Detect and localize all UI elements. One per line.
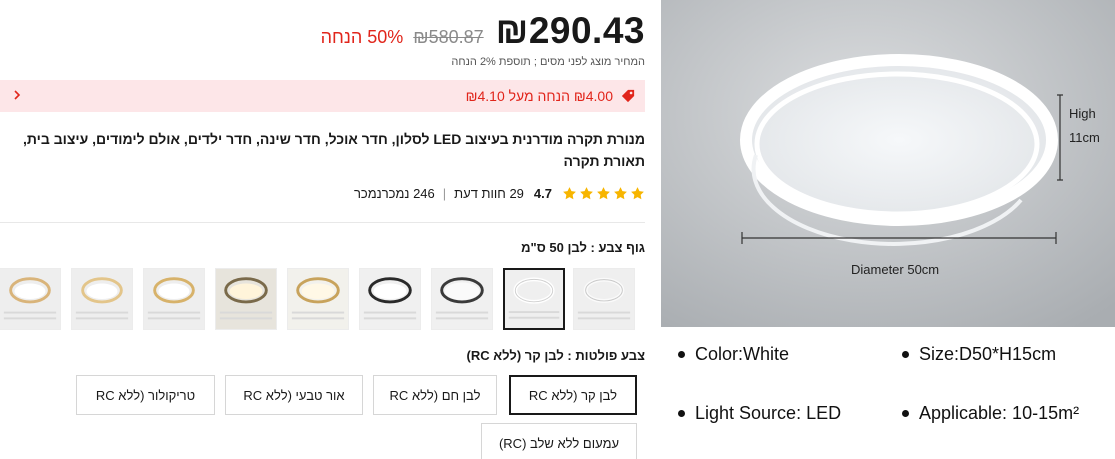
high-label: High [1069,106,1096,121]
color-swatch-4[interactable] [359,268,421,330]
sold-count: 246 נמכרנמכר [353,186,435,201]
option-cool-white[interactable]: לבן קר (ללא RC [509,375,637,415]
spec-light-source-text: Light Source: LED [695,403,842,423]
color-swatch-9[interactable] [0,268,61,330]
product-image[interactable]: High 11cm Diameter 50cm [661,0,1115,327]
color-swatch-5[interactable] [287,268,349,330]
bullet-icon [678,410,685,417]
coupon-banner[interactable]: ₪4.00 הנחה מעל ₪4.10 [0,80,645,112]
spec-applicable: Applicable: 10-15m² [902,403,1079,424]
bullet-icon [902,410,909,417]
lamp-thumbnail [216,269,276,329]
option-stepless-dimming[interactable]: עמעום ללא שלב (RC) [481,423,637,459]
color-swatch-8[interactable] [71,268,133,330]
color-swatch-6[interactable] [215,268,277,330]
body-color-swatches [0,268,645,330]
separator: | [442,186,447,201]
color-swatch-2[interactable] [573,268,635,330]
lamp-thumbnail [505,270,563,328]
height-value: 11cm [1069,130,1100,145]
spec-color: Color:White [678,344,789,365]
star-icon [580,187,593,200]
spec-applicable-text: Applicable: 10-15m² [919,403,1080,423]
chevron-right-icon[interactable] [10,88,24,102]
original-price: ₪580.87 [413,27,484,47]
current-price: ₪290.43 [495,10,645,51]
lamp-thumbnail [0,269,60,329]
spec-light-source: Light Source: LED [678,403,841,424]
lamp-thumbnail [288,269,348,329]
product-info-panel: ₪290.43 ₪580.87 50% הנחה המחיר מוצג לפני… [0,0,645,459]
spec-size: Size:D50*H15cm [902,344,1056,365]
product-title: מנורת תקרה מודרנית בעיצוב LED לסלון, חדר… [22,131,645,169]
rating-row: 4.7 29 חוות דעת | 246 נמכרנמכר [354,186,645,201]
rating-value: 4.7 [533,186,552,201]
reviews-link[interactable]: 29 חוות דעת [454,186,524,201]
lamp-thumbnail [72,269,132,329]
color-swatch-7[interactable] [143,268,205,330]
lamp-thumbnail [360,269,420,329]
bullet-icon [902,351,909,358]
rc-color-label: צבע פולטות : לבן קר (ללא RC) [466,348,645,363]
discount-badge: 50% הנחה [320,27,404,47]
spec-size-text: Size:D50*H15cm [919,344,1057,364]
divider [0,222,645,223]
price-tag-icon [621,89,635,103]
diameter-label: Diameter 50cm [851,262,940,277]
star-icon [563,187,576,200]
price-row: ₪290.43 ₪580.87 50% הנחה [321,10,645,52]
star-rating [560,186,645,201]
lamp-thumbnail [144,269,204,329]
lamp-thumbnail [574,269,634,329]
star-icon [631,187,644,200]
color-swatch-3[interactable] [431,268,493,330]
body-color-label: גוף צבע : לבן 50 ס"מ [521,240,645,255]
ceiling-lamp-diagram [661,0,1115,327]
option-warm-white[interactable]: לבן חם (ללא RC [373,375,497,415]
option-tricolor[interactable]: טריקולור (ללא RC [76,375,215,415]
color-swatch-1[interactable] [503,268,565,330]
spec-color-text: Color:White [695,344,790,364]
coupon-text: ₪4.00 הנחה מעל ₪4.10 [465,88,613,104]
tax-note: המחיר מוצג לפני מסים ; תוספת 2% הנחה [451,56,645,68]
star-icon [597,187,610,200]
lamp-thumbnail [432,269,492,329]
star-icon [614,187,627,200]
bullet-icon [678,351,685,358]
option-natural-light[interactable]: אור טבעי (ללא RC [225,375,363,415]
